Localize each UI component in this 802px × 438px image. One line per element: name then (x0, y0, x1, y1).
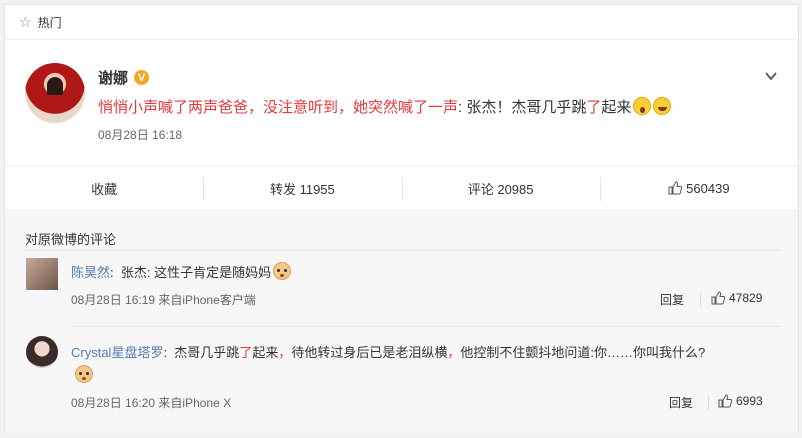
repost-label: 转发 11955 (269, 181, 335, 197)
avatar[interactable] (26, 258, 58, 290)
thumb-up-icon (668, 181, 683, 195)
verified-badge-icon: V (134, 70, 150, 85)
comment-text: 张杰: 这性子肯定是随妈妈 (120, 265, 272, 280)
post-text-end: 起来 (601, 99, 632, 116)
avatar[interactable] (26, 336, 58, 368)
comment-body: 陈昊然: 张杰: 这性子肯定是随妈妈 (71, 262, 292, 281)
comment-text-c: 待他转过身后已是老泪纵横 (291, 345, 448, 360)
post-text: 悄悄小声喊了两声爸爸，没注意听到，她突然喊了一声: 张杰！杰哥几乎跳了起来 (98, 96, 672, 117)
comment-like-count: 6993 (736, 394, 763, 408)
comment-label: 评论 20985 (467, 181, 534, 197)
comments-section: 对原微博的评论 陈昊然: 张杰: 这性子肯定是随妈妈 08月28日 16:19 … (5, 211, 798, 433)
comment-body: Crystal星盘塔罗: 杰哥几乎跳了起来，待他转过身后已是老泪纵横，他控制不住… (71, 345, 706, 360)
hot-bar: ☆ 热门 (5, 5, 798, 40)
collect-button[interactable]: 收藏 (5, 166, 203, 210)
comment-like-button[interactable]: 47829 (711, 291, 762, 305)
comment-text-d: 他控制不住颤抖地问道:你……你叫我什么? (460, 345, 706, 360)
comment-meta: 08月28日 16:19 来自iPhone客户端 (71, 293, 256, 307)
surprised-emoji-icon (633, 97, 652, 115)
author-name[interactable]: 谢娜 (98, 67, 128, 88)
like-count: 560439 (686, 180, 730, 196)
comment-text-red: 了 (239, 345, 253, 360)
post-text-mid: : 张杰！杰哥几乎跳 (458, 99, 587, 116)
action-bar: 收藏 转发 11955 评论 20985 560439 (5, 165, 798, 211)
comment-text-red3: ， (447, 345, 461, 360)
avatar[interactable] (25, 63, 85, 123)
divider (25, 250, 780, 251)
comment-meta: 08月28日 16:20 来自iPhone X (71, 396, 232, 410)
divider (71, 326, 780, 327)
comments-title: 对原微博的评论 (25, 232, 117, 247)
laugh-emoji-icon (653, 97, 672, 115)
comment-user[interactable]: 陈昊然 (71, 265, 110, 280)
comment-text-a: 杰哥几乎跳 (174, 345, 240, 360)
post-text-red2: 了 (586, 99, 602, 116)
reply-button[interactable]: 回复 (660, 291, 684, 308)
collect-label: 收藏 (91, 181, 118, 197)
comment-like-count: 47829 (729, 291, 763, 305)
dog-emoji-icon (75, 365, 93, 383)
post-author: 谢娜 V (98, 67, 150, 88)
dog-emoji-icon (273, 262, 292, 280)
weibo-card: ☆ 热门 谢娜 V 悄悄小声喊了两声爸爸，没注意听到，她突然喊了一声: 张杰！杰… (4, 4, 799, 433)
reply-button[interactable]: 回复 (669, 394, 693, 411)
repost-button[interactable]: 转发 11955 (203, 166, 401, 210)
post-time[interactable]: 08月28日 16:18 (98, 126, 182, 143)
comment-text-red2: ， (278, 345, 292, 360)
thumb-up-icon (711, 291, 725, 305)
comment-like-button[interactable]: 6993 (718, 394, 763, 408)
hot-label: 热门 (37, 15, 62, 30)
star-icon: ☆ (19, 13, 32, 30)
comment-user[interactable]: Crystal星盘塔罗 (71, 345, 163, 360)
comment-text-b: 起来 (252, 345, 279, 360)
comment-button[interactable]: 评论 20985 (401, 166, 600, 210)
post-text-red: 悄悄小声喊了两声爸爸，没注意听到，她突然喊了一声 (98, 99, 459, 116)
like-button[interactable]: 560439 (599, 166, 798, 210)
thumb-up-icon (718, 394, 732, 408)
chevron-down-icon[interactable] (764, 69, 778, 83)
